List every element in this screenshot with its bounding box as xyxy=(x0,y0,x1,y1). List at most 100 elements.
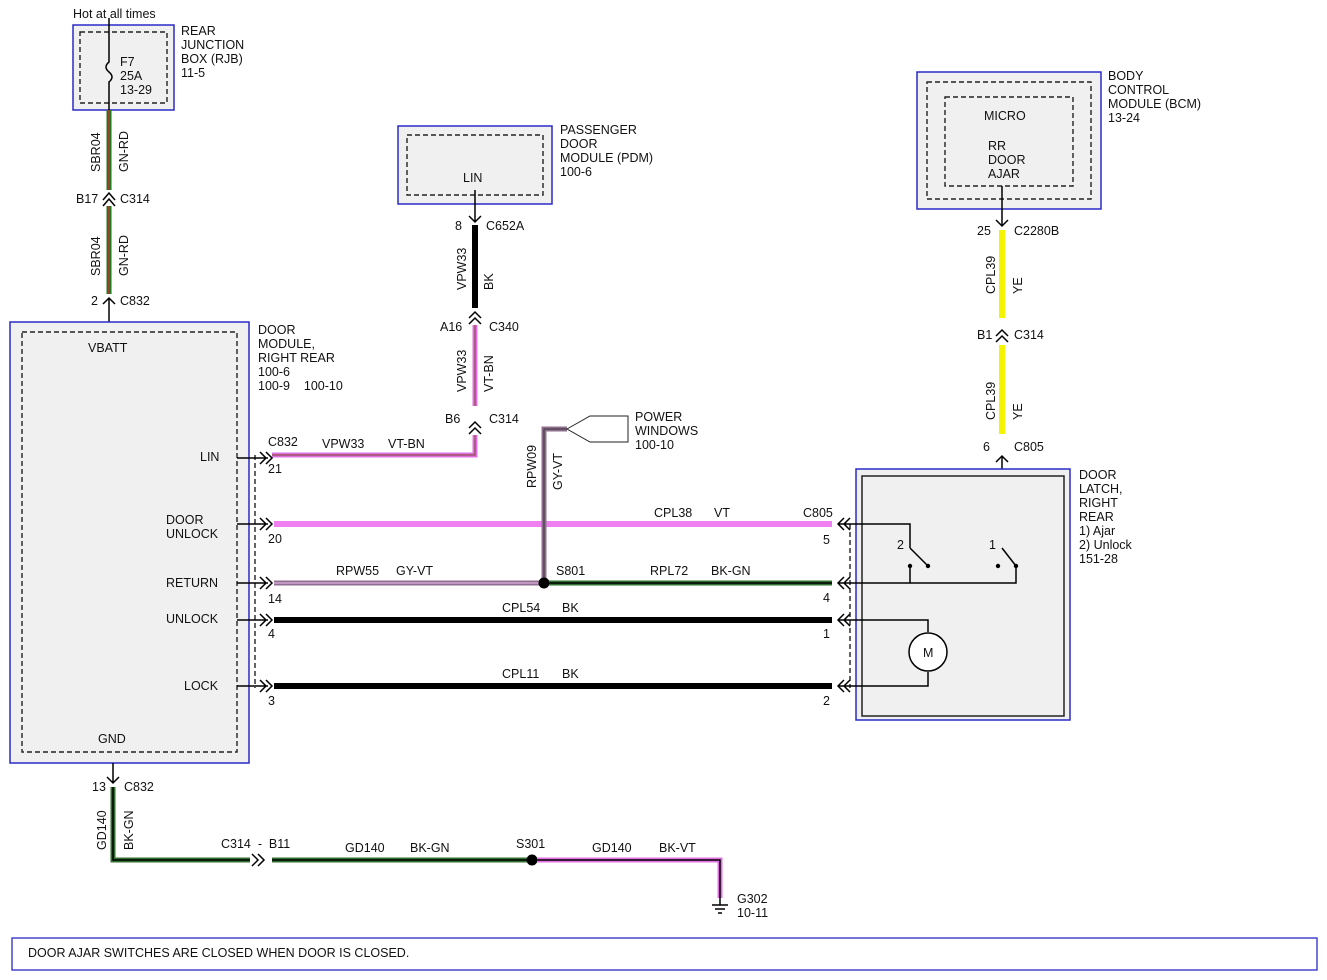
unlock-label: UNLOCK xyxy=(166,612,219,626)
power-windows-name-3: 100-10 xyxy=(635,438,674,452)
door-module-name-1: DOOR xyxy=(258,323,296,337)
c314-connector-pdm xyxy=(468,420,482,435)
latch-name-7: 151-28 xyxy=(1079,552,1118,566)
gd140-label-2: GD140 xyxy=(592,841,632,855)
wire-cpl38-vt: CPL38 VT C805 5 xyxy=(274,506,833,547)
fuse-id: F7 xyxy=(120,55,135,69)
bk-vt-label: BK-VT xyxy=(659,841,696,855)
power-windows-name-1: POWER xyxy=(635,410,682,424)
bk-gn-label-ground: BK-GN xyxy=(410,841,450,855)
c314-label-rjb: C314 xyxy=(120,192,150,206)
latch-name-1: DOOR xyxy=(1079,468,1117,482)
wire-cpl39-ye-lower: CPL39 YE xyxy=(984,345,1025,434)
pin-6: 6 xyxy=(983,440,990,454)
rjb-name-1: REAR xyxy=(181,24,216,38)
gd140-label-vertical: GD140 xyxy=(95,810,109,850)
pin-14: 14 xyxy=(268,592,282,606)
bcm-signal-2: DOOR xyxy=(988,153,1026,167)
pin-b1: B1 xyxy=(977,328,992,342)
pin-21: 21 xyxy=(268,462,282,476)
pdm-name-4: 100-6 xyxy=(560,165,592,179)
latch-name-4: REAR xyxy=(1079,510,1114,524)
bk-gn-label-return: BK-GN xyxy=(711,564,751,578)
gn-rd-label-1: GN-RD xyxy=(117,131,131,172)
c832-label-top: C832 xyxy=(120,294,150,308)
pin-a16: A16 xyxy=(440,320,462,334)
wire-sbr04-upper: SBR04 GN-RD xyxy=(89,110,131,190)
gy-vt-label-horizontal: GY-VT xyxy=(396,564,433,578)
rjb-name-4: 11-5 xyxy=(181,66,205,80)
motor-label: M xyxy=(923,646,933,660)
cpl11-label: CPL11 xyxy=(502,667,539,681)
vpw33-label-1: VPW33 xyxy=(455,248,469,290)
pdm-name-3: MODULE (PDM) xyxy=(560,151,653,165)
fuse-rating: 25A xyxy=(120,69,143,83)
cpl54-label: CPL54 xyxy=(502,601,540,615)
body-control-module: MICRO RR DOOR AJAR BODY CONTROL MODULE (… xyxy=(916,69,1201,210)
sbr04-label-2: SBR04 xyxy=(89,236,103,276)
bcm-name-1: BODY xyxy=(1108,69,1144,83)
door-module-name-5: 100-9 100-10 xyxy=(258,379,343,393)
vt-bn-label-1: VT-BN xyxy=(482,355,496,392)
ye-label-1: YE xyxy=(1011,277,1025,294)
pin-5: 5 xyxy=(823,533,830,547)
wire-rpw55-gy-vt: RPW55 GY-VT xyxy=(274,564,544,586)
vt-label: VT xyxy=(714,506,730,520)
cpl38-label: CPL38 xyxy=(654,506,692,520)
pin-1-latch: 1 xyxy=(823,627,830,641)
bcm-name-2: CONTROL xyxy=(1108,83,1169,97)
switch-2-label: 2 xyxy=(897,538,904,552)
bk-label-cpl11: BK xyxy=(562,667,579,681)
wire-rpw09-gy-vt: RPW09 GY-VT xyxy=(525,426,567,583)
wiring-diagram: Hot at all times REAR JUNCTION BOX (RJB)… xyxy=(9,7,1318,971)
power-windows-name-2: WINDOWS xyxy=(635,424,698,438)
c832-label-gnd: C832 xyxy=(124,780,154,794)
latch-motor: M xyxy=(908,632,948,672)
fuse-ref: 13-29 xyxy=(120,83,152,97)
door-module-name-2: MODULE, xyxy=(258,337,315,351)
c314-label-pdm: C314 xyxy=(489,412,519,426)
wire-vpw33-vt-bn-horizontal: VPW33 VT-BN xyxy=(272,435,478,458)
vt-bn-label-2: VT-BN xyxy=(388,437,425,451)
return-label: RETURN xyxy=(166,576,218,590)
vpw33-label-3: VPW33 xyxy=(322,437,364,451)
rpw55-label: RPW55 xyxy=(336,564,379,578)
wire-sbr04-lower: SBR04 GN-RD xyxy=(89,206,131,294)
s301-label: S301 xyxy=(516,837,545,851)
footer-note-box: DOOR AJAR SWITCHES ARE CLOSED WHEN DOOR … xyxy=(11,937,1318,971)
wire-vpw33-vt-bn-vertical: VPW33 VT-BN xyxy=(455,325,496,406)
lock-label: LOCK xyxy=(184,679,219,693)
bcm-name-4: 13-24 xyxy=(1108,111,1140,125)
c805-label-latch: C805 xyxy=(803,506,833,520)
c340-connector xyxy=(468,310,482,325)
wire-cpl11-bk: CPL11 BK 2 xyxy=(274,667,832,708)
ground-symbol xyxy=(712,898,728,914)
rpw09-label: RPW09 xyxy=(525,445,539,488)
c832-gnd-connector xyxy=(106,763,120,785)
wire-cpl54-bk: CPL54 BK 1 xyxy=(274,601,832,641)
passenger-door-module: LIN PASSENGER DOOR MODULE (PDM) 100-6 xyxy=(397,123,653,205)
wire-cpl39-ye-upper: CPL39 YE xyxy=(984,230,1025,318)
g302-label: G302 xyxy=(737,892,768,906)
lin-pin-label: LIN xyxy=(200,450,219,464)
c832-vbatt-connector xyxy=(102,296,116,322)
hot-at-all-times-label: Hot at all times xyxy=(73,7,156,21)
g302-ref: 10-11 xyxy=(737,906,768,920)
cpl39-label-1: CPL39 xyxy=(984,256,998,294)
pdm-name-2: DOOR xyxy=(560,137,598,151)
pin-8: 8 xyxy=(455,219,462,233)
switch-1-label: 1 xyxy=(989,538,996,552)
pin-2: 2 xyxy=(91,294,98,308)
rjb-name-2: JUNCTION xyxy=(181,38,244,52)
wire-gd140-bk-vt: GD140 BK-VT xyxy=(537,841,723,898)
vpw33-label-2: VPW33 xyxy=(455,350,469,392)
bcm-signal-3: AJAR xyxy=(988,167,1020,181)
rpl72-label: RPL72 xyxy=(650,564,688,578)
sbr04-label-1: SBR04 xyxy=(89,132,103,172)
bk-label-pdm: BK xyxy=(482,273,496,290)
gd140-label-1: GD140 xyxy=(345,841,385,855)
bcm-signal-1: RR xyxy=(988,139,1006,153)
latch-name-3: RIGHT xyxy=(1079,496,1118,510)
bk-gn-label-vertical: BK-GN xyxy=(122,810,136,850)
door-latch-right-rear: DOOR LATCH, RIGHT REAR 1) Ajar 2) Unlock… xyxy=(855,468,1133,721)
